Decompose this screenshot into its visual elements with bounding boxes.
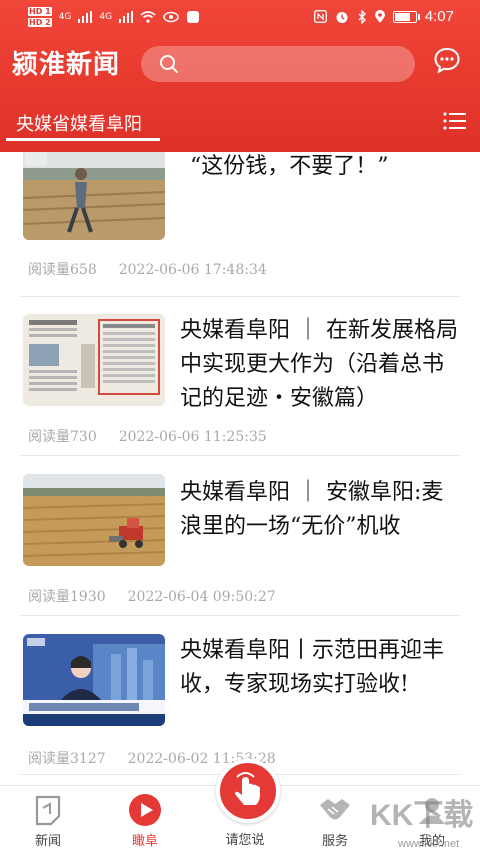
sim1-label: HD 1 — [28, 7, 52, 16]
article-thumbnail — [23, 152, 165, 240]
publish-time: 2022-06-06 11:25:35 — [118, 429, 267, 445]
tab-active-channel[interactable]: 央媒省媒看阜阳 — [16, 110, 142, 136]
article-title: “这份钱，不要了！” — [190, 154, 389, 179]
tap-to-speak-button[interactable] — [216, 759, 280, 823]
article-meta: 阅读量730 2022-06-06 11:25:35 — [28, 426, 289, 446]
article-thumbnail — [23, 634, 165, 726]
app-header: HD 1 HD 2 4G 4G 4:07 颍淮新闻 央媒省媒看阜阳 — [0, 0, 480, 152]
tab-label: 服务 — [321, 834, 348, 849]
wifi-icon — [140, 11, 156, 23]
article-meta: 阅读量1930 2022-06-04 09:50:27 — [28, 586, 298, 606]
divider — [20, 296, 460, 297]
app-logo: 颍淮新闻 — [12, 50, 121, 80]
tv-news-image — [23, 634, 165, 726]
farmer-field-image — [23, 152, 165, 240]
article-title: 央媒看阜阳 ｜ 在新发展格局中实现更大作为（沿着总书记的足迹・安徽篇） — [180, 318, 458, 411]
article-meta: 阅读量658 2022-06-06 17:48:34 — [28, 259, 289, 279]
article-title: 央媒看阜阳 ｜ 安徽阜阳:麦浪里的一场“无价”机收 — [180, 480, 444, 539]
watermark-url: www.kkx.net — [398, 838, 460, 850]
list-item[interactable]: “这份钱，不要了！” 阅读量658 2022-06-06 17:48:34 — [0, 152, 480, 290]
list-item[interactable]: 央媒看阜阳 ｜ 安徽阜阳:麦浪里的一场“无价”机收 阅读量1930 2022-06… — [0, 464, 480, 614]
tap-hand-icon — [235, 772, 260, 805]
publish-time: 2022-06-06 17:48:34 — [118, 262, 267, 278]
read-count: 阅读量730 — [28, 429, 97, 445]
sim2-label: HD 2 — [28, 18, 52, 27]
publish-time: 2022-06-04 09:50:27 — [127, 589, 276, 605]
message-icon[interactable] — [433, 46, 461, 74]
alarm-icon — [336, 11, 348, 23]
status-bar: HD 1 HD 2 4G 4G 4:07 — [0, 0, 480, 36]
tab-label: 瞰阜 — [131, 834, 158, 849]
article-thumbnail — [23, 474, 165, 566]
search-icon — [160, 55, 178, 73]
clock: 4:07 — [424, 8, 454, 25]
divider — [20, 615, 460, 616]
play-icon — [129, 794, 161, 826]
article-thumbnail — [23, 314, 165, 406]
tab-news[interactable]: 新闻 — [8, 786, 88, 854]
read-count: 阅读量1930 — [28, 589, 106, 605]
tab-label: 新闻 — [34, 834, 61, 849]
search-input[interactable] — [141, 46, 415, 82]
app-notification-icon — [187, 11, 200, 23]
signal-bars-icon — [78, 11, 93, 23]
nfc-icon — [313, 10, 327, 23]
battery-icon — [392, 10, 420, 23]
list-item[interactable]: 央媒看阜阳 ｜ 在新发展格局中实现更大作为（沿着总书记的足迹・安徽篇） 阅读量7… — [0, 304, 480, 454]
signal1-label: 4G — [58, 12, 72, 22]
watermark-logo: KK下载 — [370, 799, 474, 832]
tab-services[interactable]: 服务 — [295, 786, 375, 854]
active-channel-underline — [6, 138, 160, 141]
location-icon — [374, 9, 385, 23]
bluetooth-icon — [358, 9, 366, 24]
tab-kanfu[interactable]: 瞰阜 — [105, 786, 185, 854]
divider — [20, 455, 460, 456]
channel-menu-icon[interactable] — [443, 112, 467, 130]
read-count: 阅读量658 — [28, 262, 97, 278]
news-icon — [35, 795, 61, 826]
news-feed[interactable]: “这份钱，不要了！” 阅读量658 2022-06-06 17:48:34 央媒… — [0, 152, 480, 785]
read-count: 阅读量3127 — [28, 751, 106, 767]
eye-icon — [163, 11, 179, 23]
signal-bars-icon — [119, 11, 134, 23]
signal2-label: 4G — [99, 12, 113, 22]
handshake-icon — [320, 799, 350, 820]
newspaper-image — [23, 314, 165, 406]
sim-indicator: HD 1 HD 2 — [28, 6, 52, 28]
wheat-harvester-image — [23, 474, 165, 566]
tab-label: 请您说 — [225, 833, 265, 848]
article-title: 央媒看阜阳丨示范田再迎丰收，专家现场实打验收! — [180, 638, 445, 697]
